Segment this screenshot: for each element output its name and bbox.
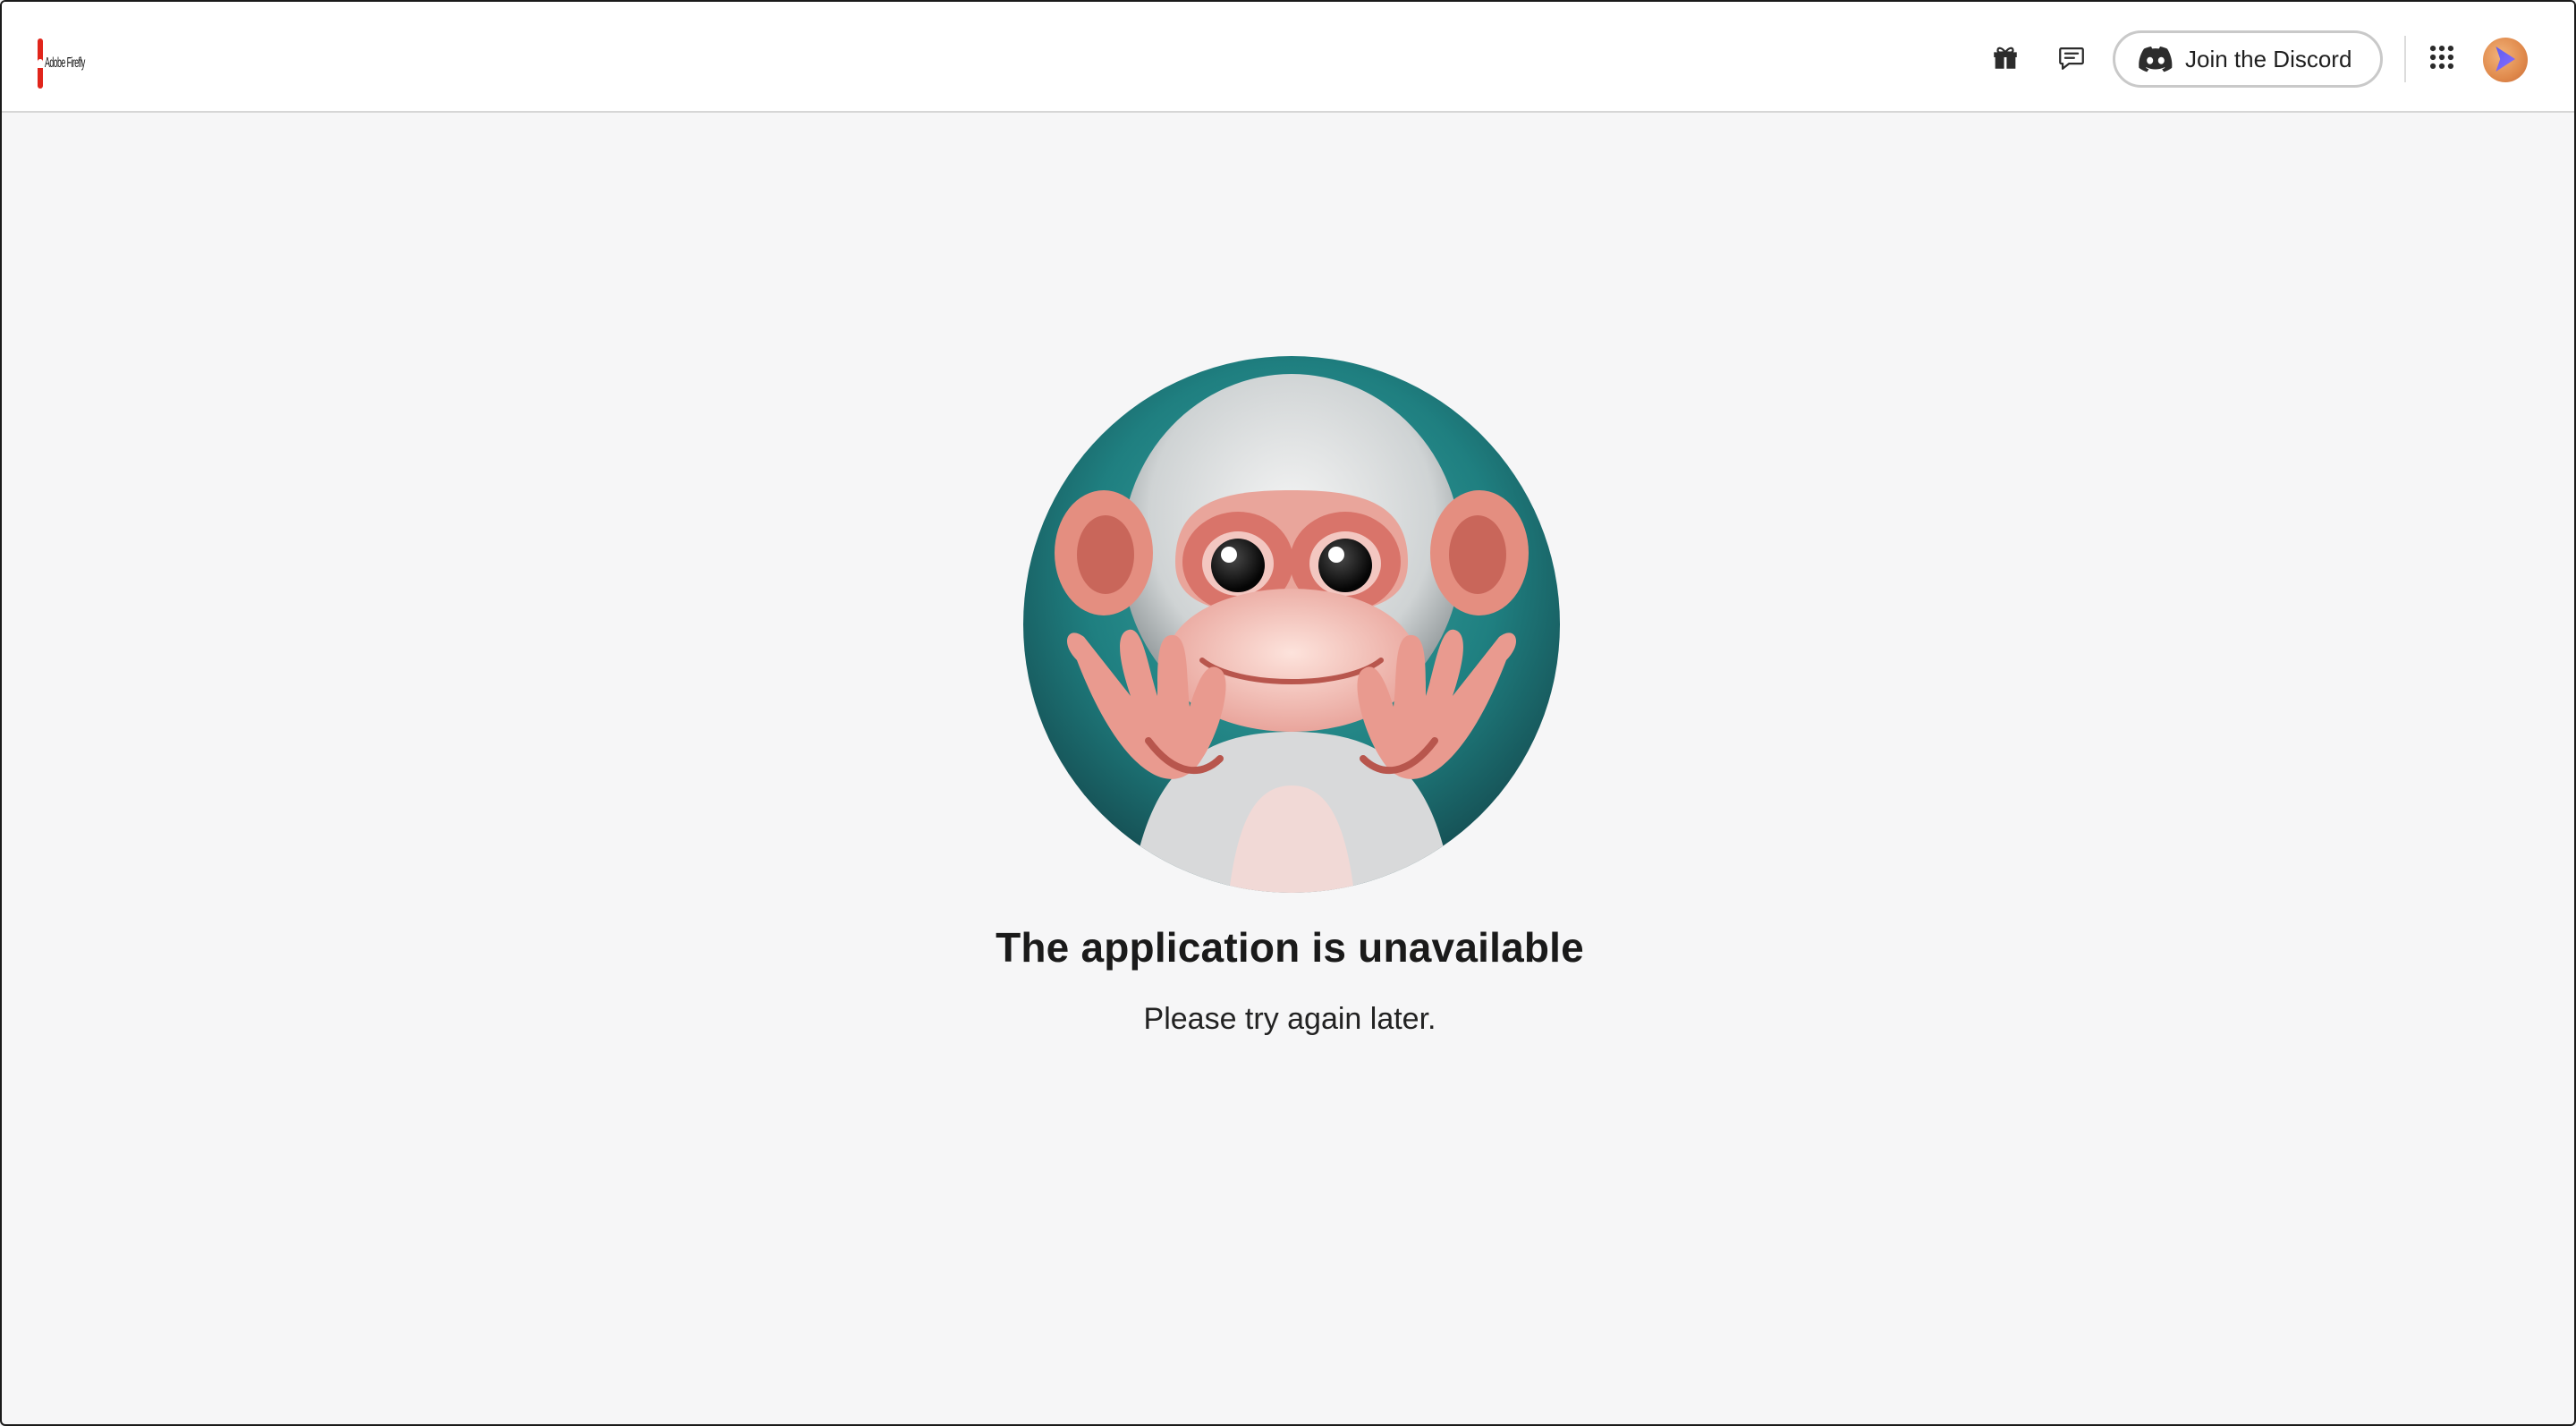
logo-text: Adobe Firefly (45, 55, 85, 71)
join-discord-label: Join the Discord (2185, 45, 2352, 72)
discord-icon (2139, 46, 2173, 72)
header-divider (2404, 36, 2406, 82)
error-subtitle: Please try again later. (1143, 1002, 1436, 1036)
gift-button[interactable] (1980, 32, 2030, 82)
user-avatar[interactable] (2483, 38, 2528, 82)
apps-grid-icon (2429, 45, 2454, 70)
monkey-illustration (1023, 356, 1560, 893)
main-content: The application is unavailable Please tr… (2, 113, 2574, 1424)
apps-menu-button[interactable] (2417, 32, 2467, 82)
adobe-firefly-logo[interactable]: Adobe Firefly (38, 38, 93, 89)
top-navigation-bar: Adobe Firefly Join the Discord (2, 2, 2574, 113)
join-discord-button[interactable]: Join the Discord (2113, 30, 2383, 88)
feedback-button[interactable] (2046, 32, 2097, 82)
app-window: Adobe Firefly Join the Discord The appli… (0, 0, 2576, 1426)
feedback-icon (2059, 47, 2084, 70)
adobe-logo-icon (38, 38, 43, 89)
error-title: The application is unavailable (996, 924, 1584, 971)
gift-icon (1994, 47, 2017, 69)
avatar-image (2496, 47, 2515, 72)
